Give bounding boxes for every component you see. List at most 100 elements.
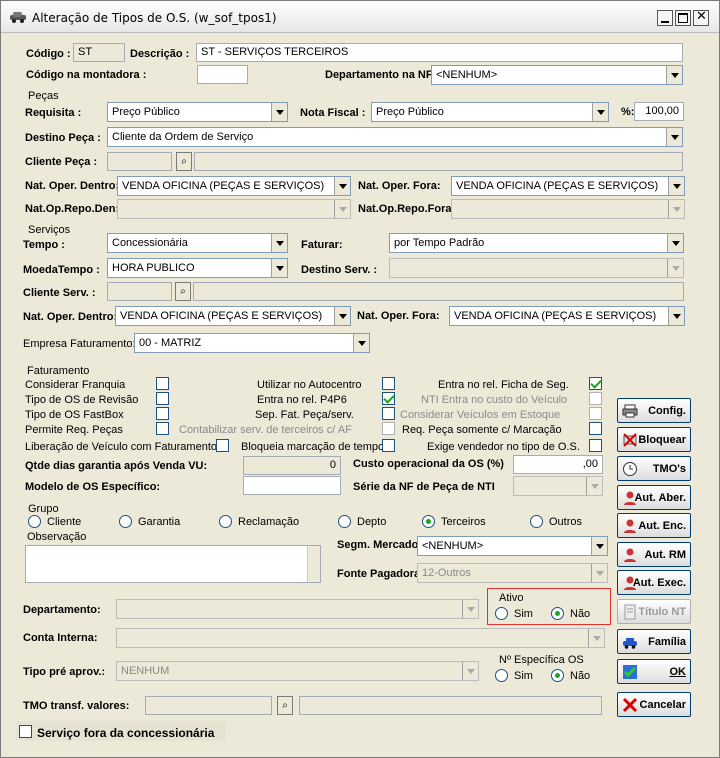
- grupo-radio-depto[interactable]: [338, 515, 351, 528]
- ativo-radio-sim[interactable]: [495, 607, 508, 620]
- pct-field[interactable]: 100,00: [634, 102, 684, 121]
- cliente-serv-code[interactable]: [107, 282, 172, 301]
- p4p6-checkbox[interactable]: [382, 392, 395, 405]
- pecas-nat-dentro-select[interactable]: VENDA OFICINA (PEÇAS E SERVIÇOS): [117, 176, 351, 196]
- depto-nf-select[interactable]: <NENHUM>: [431, 65, 683, 85]
- chevron-down-icon[interactable]: [353, 334, 369, 352]
- search-icon[interactable]: ⌕: [277, 696, 293, 715]
- chevron-down-icon[interactable]: [334, 177, 350, 195]
- grupo-radio-cliente[interactable]: [28, 515, 41, 528]
- fastbox-checkbox[interactable]: [156, 407, 169, 420]
- cod-montadora-field[interactable]: [197, 65, 248, 84]
- custo-field[interactable]: ,00: [513, 455, 603, 474]
- chevron-down-icon[interactable]: [668, 177, 684, 195]
- aut-exec-button[interactable]: Aut. Exec.: [617, 570, 691, 595]
- grupo-radio-garantia[interactable]: [119, 515, 132, 528]
- tempo-select[interactable]: Concessionária: [107, 233, 288, 253]
- req-marcacao-checkbox[interactable]: [589, 422, 602, 435]
- chevron-down-icon[interactable]: [588, 629, 604, 647]
- title-bar[interactable]: Alteração de Tipos de O.S. (w_sof_tpos1)…: [1, 1, 719, 33]
- contab-checkbox[interactable]: [382, 422, 395, 435]
- moeda-tempo-select[interactable]: HORA PUBLICO: [107, 258, 288, 278]
- segm-select[interactable]: <NENHUM>: [417, 536, 608, 556]
- sep-fat-checkbox[interactable]: [382, 407, 395, 420]
- nesp-radio-nao[interactable]: [551, 669, 564, 682]
- repo-fora-select[interactable]: [451, 199, 685, 219]
- aut-enc-button[interactable]: Aut. Enc.: [617, 513, 691, 538]
- destino-peca-select[interactable]: Cliente da Ordem de Serviço: [107, 127, 683, 147]
- cliente-serv-name[interactable]: [193, 282, 684, 301]
- search-icon[interactable]: ⌕: [176, 152, 192, 171]
- cancelar-button[interactable]: Cancelar: [617, 692, 691, 717]
- chevron-down-icon[interactable]: [666, 128, 682, 146]
- chevron-down-icon[interactable]: [334, 200, 350, 218]
- revisao-checkbox[interactable]: [156, 392, 169, 405]
- franquia-checkbox[interactable]: [156, 377, 169, 390]
- req-pecas-checkbox[interactable]: [156, 422, 169, 435]
- garantia-field[interactable]: 0: [243, 456, 341, 475]
- chevron-down-icon[interactable]: [271, 103, 287, 121]
- empresa-select[interactable]: 00 - MATRIZ: [134, 333, 370, 353]
- pecas-nat-fora-select[interactable]: VENDA OFICINA (PEÇAS E SERVIÇOS): [451, 176, 685, 196]
- estoque-checkbox[interactable]: [589, 407, 602, 420]
- destino-serv-select[interactable]: [389, 258, 684, 278]
- chevron-down-icon[interactable]: [667, 259, 683, 277]
- search-icon[interactable]: ⌕: [175, 282, 191, 301]
- aut-aber-button[interactable]: Aut. Aber.: [617, 485, 691, 510]
- faturar-select[interactable]: por Tempo Padrão: [389, 233, 684, 253]
- bloquear-button[interactable]: Bloquear: [617, 427, 691, 452]
- chevron-down-icon[interactable]: [462, 600, 478, 618]
- tipo-pre-select[interactable]: NENHUM: [116, 661, 479, 681]
- serv-nat-fora-select[interactable]: VENDA OFICINA (PEÇAS E SERVIÇOS): [449, 306, 685, 326]
- cliente-peca-code[interactable]: [107, 152, 172, 171]
- nti-custo-checkbox[interactable]: [589, 392, 602, 405]
- familia-button[interactable]: Família: [617, 629, 691, 654]
- fonte-select[interactable]: 12-Outros: [417, 563, 608, 583]
- chevron-down-icon[interactable]: [668, 200, 684, 218]
- serie-select[interactable]: [513, 476, 603, 496]
- tmo-transf-code[interactable]: [145, 696, 272, 715]
- grupo-radio-terceiros[interactable]: [422, 515, 435, 528]
- chevron-down-icon[interactable]: [334, 307, 350, 325]
- close-button[interactable]: ✕: [693, 10, 709, 26]
- bloqueia-checkbox[interactable]: [382, 439, 395, 452]
- grupo-radio-outros[interactable]: [530, 515, 543, 528]
- ficha-checkbox[interactable]: [589, 377, 602, 390]
- nesp-radio-sim[interactable]: [495, 669, 508, 682]
- chevron-down-icon[interactable]: [586, 477, 602, 495]
- requisita-select[interactable]: Preço Público: [107, 102, 288, 122]
- chevron-down-icon[interactable]: [462, 662, 478, 680]
- tmos-button[interactable]: TMO's: [617, 456, 691, 481]
- chevron-down-icon[interactable]: [667, 234, 683, 252]
- chevron-down-icon[interactable]: [668, 307, 684, 325]
- grupo-radio-reclamacao[interactable]: [219, 515, 232, 528]
- chevron-down-icon[interactable]: [591, 564, 607, 582]
- repo-den-select[interactable]: [117, 199, 351, 219]
- minimize-button[interactable]: [657, 10, 673, 26]
- nota-fiscal-select[interactable]: Preço Público: [371, 102, 609, 122]
- titulo-nt-button[interactable]: Título NT: [617, 599, 691, 624]
- departamento-select[interactable]: [116, 599, 479, 619]
- ativo-radio-nao[interactable]: [551, 607, 564, 620]
- maximize-button[interactable]: [675, 10, 691, 26]
- chevron-down-icon[interactable]: [271, 259, 287, 277]
- exige-vend-checkbox[interactable]: [589, 439, 602, 452]
- config-button[interactable]: Config.: [617, 398, 691, 423]
- chevron-down-icon[interactable]: [666, 66, 682, 84]
- descricao-field[interactable]: ST - SERVIÇOS TERCEIROS: [196, 43, 683, 62]
- ok-button[interactable]: OK: [617, 659, 691, 684]
- tmo-transf-name[interactable]: [299, 696, 602, 715]
- aut-rm-button[interactable]: Aut. RM: [617, 542, 691, 567]
- observacao-scrollbar[interactable]: [307, 546, 320, 582]
- chevron-down-icon[interactable]: [591, 537, 607, 555]
- codigo-field[interactable]: ST: [73, 43, 125, 62]
- liberacao-checkbox[interactable]: [216, 439, 229, 452]
- servico-fora-checkbox[interactable]: [19, 725, 32, 738]
- chevron-down-icon[interactable]: [592, 103, 608, 121]
- observacao-textarea[interactable]: [25, 545, 321, 583]
- conta-interna-select[interactable]: [116, 628, 605, 648]
- modelo-field[interactable]: [243, 476, 341, 495]
- autocentro-checkbox[interactable]: [382, 377, 395, 390]
- chevron-down-icon[interactable]: [271, 234, 287, 252]
- serv-nat-dentro-select[interactable]: VENDA OFICINA (PEÇAS E SERVIÇOS): [115, 306, 351, 326]
